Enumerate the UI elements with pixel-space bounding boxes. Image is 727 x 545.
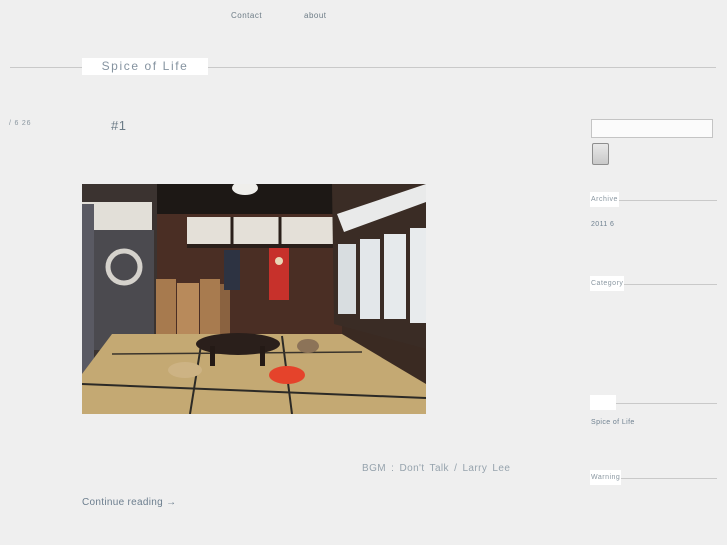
nav-about-link[interactable]: about xyxy=(304,11,327,20)
post-title[interactable]: #1 xyxy=(111,118,126,133)
category-heading: Category xyxy=(590,276,625,291)
arrow-right-icon: → xyxy=(166,497,177,508)
links-heading xyxy=(590,395,616,410)
japanese-room-photo xyxy=(82,184,426,414)
sidebar-link-spice-of-life[interactable]: Spice of Life xyxy=(591,419,635,426)
search-button[interactable] xyxy=(592,143,609,165)
continue-reading-link[interactable]: Continue reading → xyxy=(82,497,176,508)
archive-heading: Archive xyxy=(590,192,619,207)
nav-contact-link[interactable]: Contact xyxy=(231,11,262,20)
continue-reading-label: Continue reading xyxy=(82,497,163,508)
site-title[interactable]: Spice of Life xyxy=(82,58,208,75)
post-date: / 6 26 xyxy=(9,120,32,127)
warning-heading: Warning xyxy=(590,470,622,485)
archive-item[interactable]: 2011 6 xyxy=(591,221,614,228)
post-photo xyxy=(82,184,426,414)
bgm-credit: BGM : Don't Talk / Larry Lee xyxy=(362,463,511,474)
search-input[interactable] xyxy=(591,119,713,138)
